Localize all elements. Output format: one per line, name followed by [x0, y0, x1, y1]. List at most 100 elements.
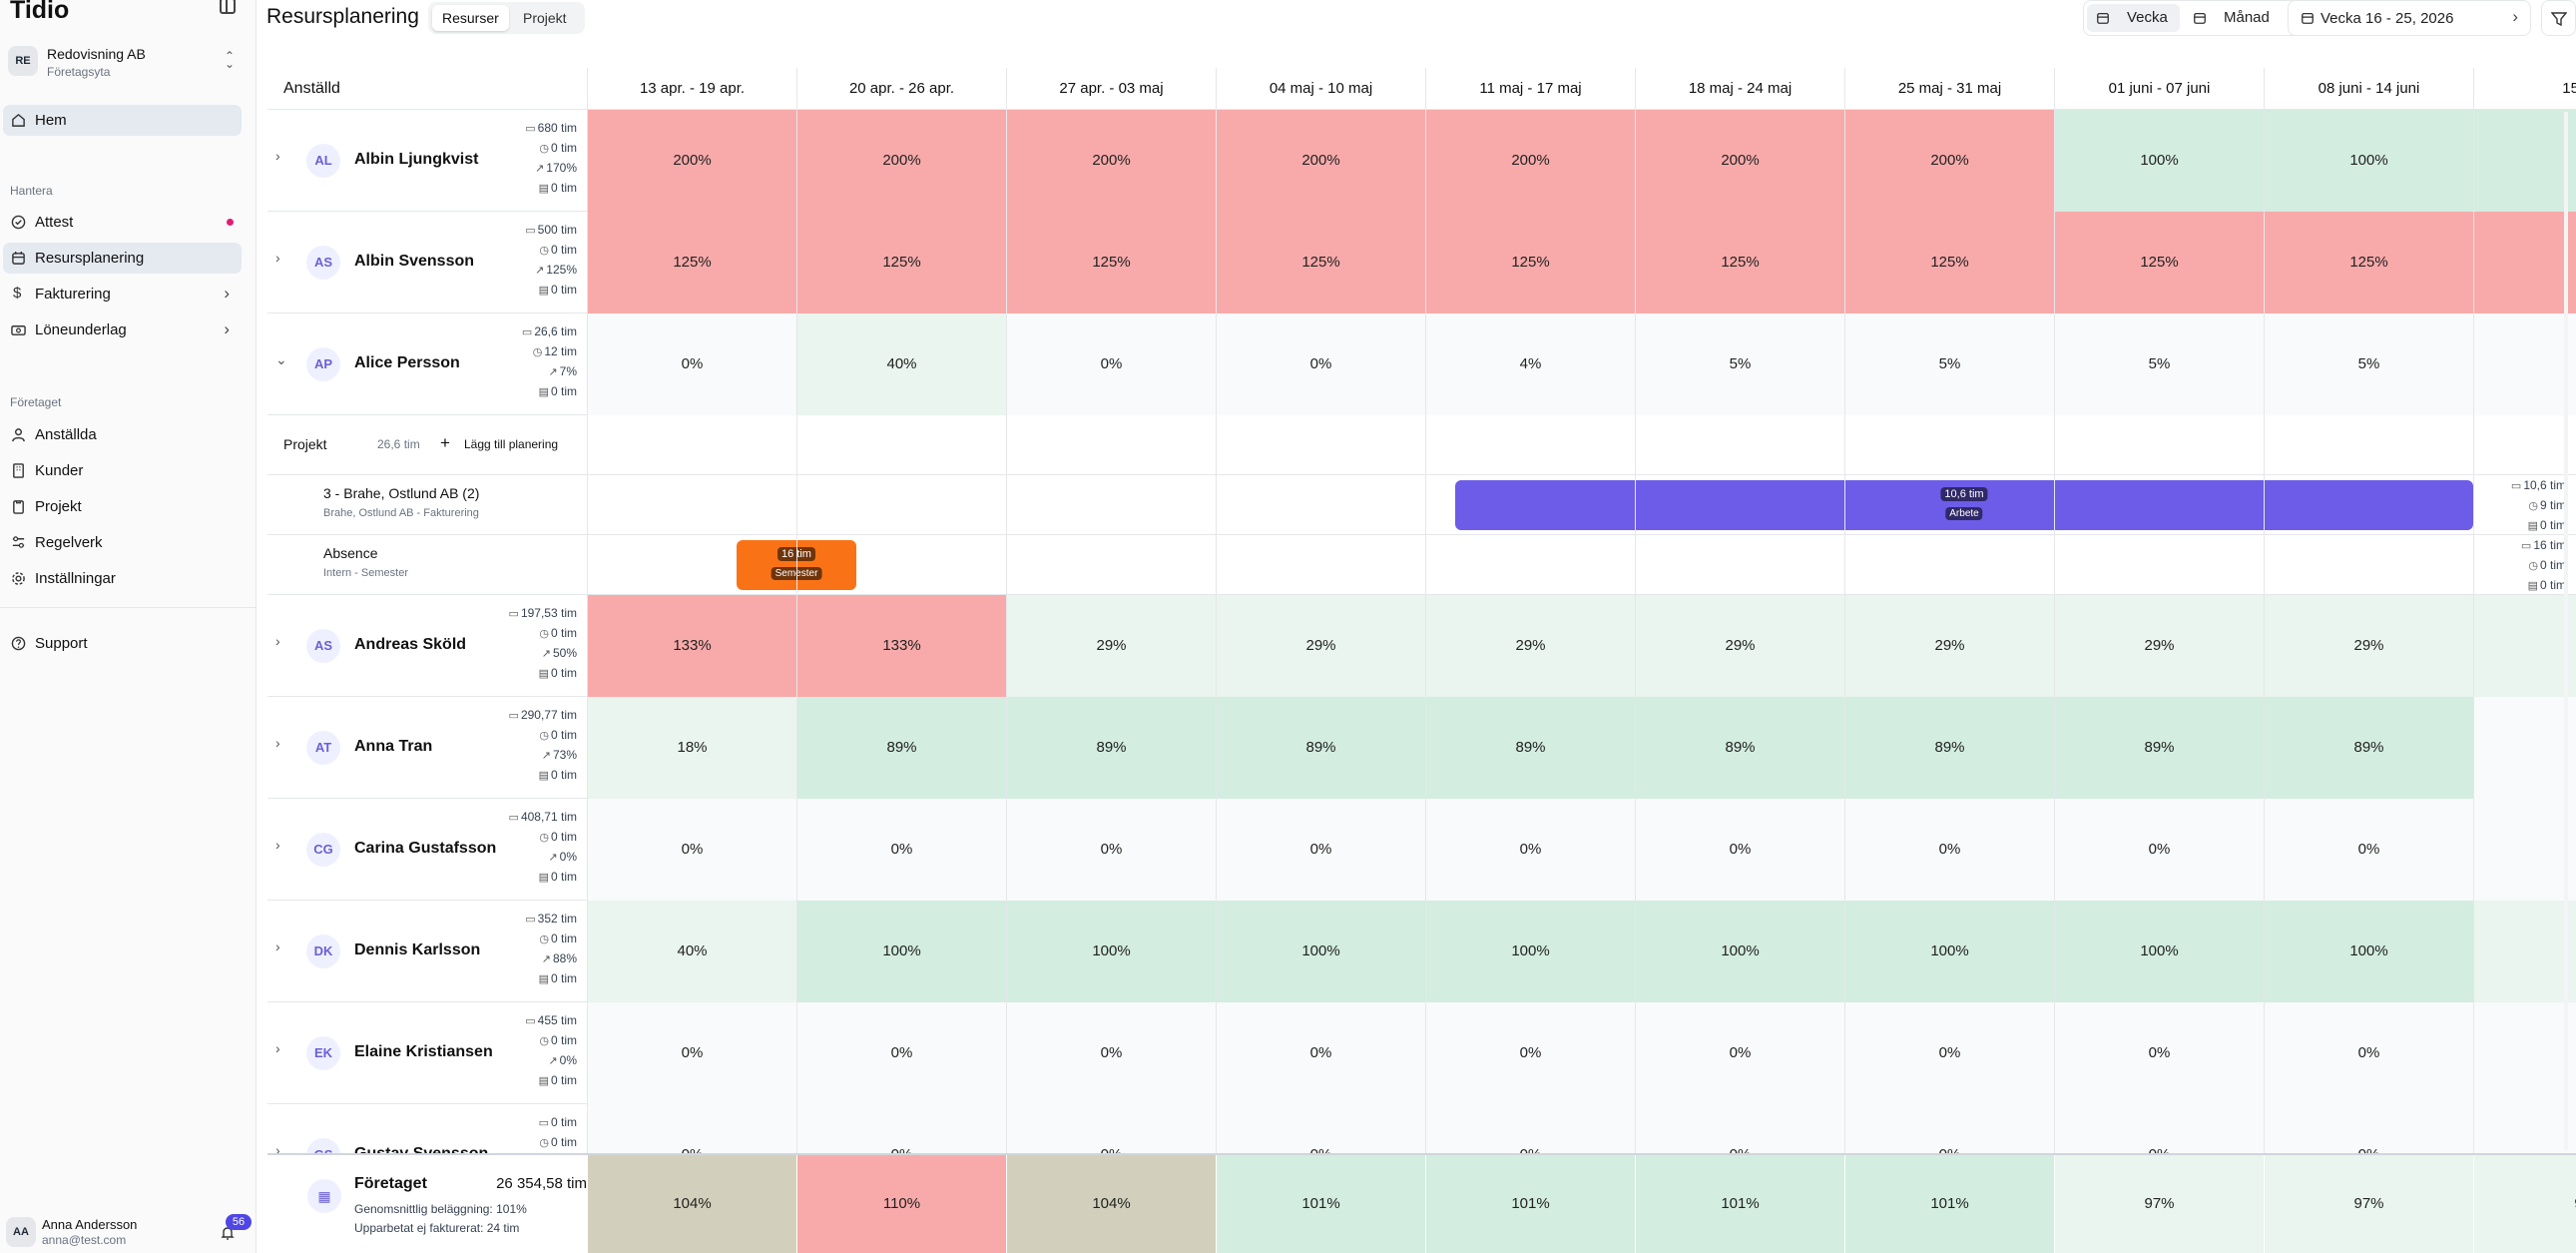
- nav-support[interactable]: Support: [3, 628, 242, 659]
- utilization-cell[interactable]: 200%: [587, 110, 796, 212]
- chevron-right-icon[interactable]: ›: [275, 250, 280, 266]
- nav-employees[interactable]: Anställda: [3, 419, 242, 450]
- chevron-right-icon[interactable]: ›: [275, 1040, 280, 1056]
- utilization-cell[interactable]: 200%: [796, 110, 1006, 212]
- utilization-cell[interactable]: 29%: [1844, 595, 2054, 697]
- week-range-picker[interactable]: Vecka 16 - 25, 2026 ›: [2288, 0, 2531, 36]
- utilization-cell[interactable]: 89%: [1425, 697, 1635, 799]
- chevron-right-icon[interactable]: ›: [275, 148, 280, 164]
- chevron-down-icon[interactable]: ⌄: [275, 351, 287, 368]
- utilization-cell[interactable]: 29%: [1635, 595, 1844, 697]
- week-column-header[interactable]: 04 maj - 10 maj: [1216, 68, 1425, 110]
- filter-button[interactable]: [2541, 0, 2576, 36]
- utilization-cell[interactable]: 5%: [1635, 313, 1844, 415]
- nav-attest[interactable]: Attest: [3, 207, 242, 238]
- nav-home[interactable]: Hem: [3, 105, 242, 136]
- utilization-cell[interactable]: 0%: [796, 799, 1006, 901]
- utilization-cell[interactable]: 125%: [587, 212, 796, 313]
- utilization-cell[interactable]: 0%: [796, 1002, 1006, 1104]
- employee-cell[interactable]: › AS Andreas Sköld ▭ 197,53 tim ◷ 0 tim ↗ 50% ▤ 0 …: [267, 595, 587, 697]
- utilization-cell[interactable]: 200%: [1844, 110, 2054, 212]
- nav-resource-planning[interactable]: Resursplanering: [3, 243, 242, 274]
- utilization-cell[interactable]: 29%: [1006, 595, 1216, 697]
- utilization-cell[interactable]: 200%: [1425, 110, 1635, 212]
- utilization-cell[interactable]: 125%: [1006, 212, 1216, 313]
- utilization-cell[interactable]: 100%: [1006, 901, 1216, 1002]
- utilization-cell[interactable]: 0%: [1844, 1002, 2054, 1104]
- utilization-cell[interactable]: 100%: [2264, 110, 2473, 212]
- utilization-cell[interactable]: 29%: [1216, 595, 1425, 697]
- chevron-right-icon[interactable]: ›: [275, 837, 280, 853]
- employee-cell[interactable]: › CG Carina Gustafsson ▭ 408,71 tim ◷ 0 tim ↗ 0%…: [267, 799, 587, 901]
- utilization-cell[interactable]: 100%: [1844, 901, 2054, 1002]
- utilization-cell[interactable]: [2473, 313, 2576, 415]
- utilization-cell[interactable]: 125%: [2264, 212, 2473, 313]
- utilization-cell[interactable]: 89%: [796, 697, 1006, 799]
- utilization-cell[interactable]: 0%: [1425, 799, 1635, 901]
- vertical-scrollbar[interactable]: [2564, 112, 2568, 1150]
- utilization-cell[interactable]: 0%: [2054, 1002, 2264, 1104]
- week-column-header[interactable]: 15 ju: [2473, 68, 2576, 110]
- utilization-cell[interactable]: 40%: [587, 901, 796, 1002]
- utilization-cell[interactable]: 100%: [2054, 110, 2264, 212]
- utilization-cell[interactable]: 0%: [1635, 799, 1844, 901]
- chevron-right-icon[interactable]: ›: [275, 735, 280, 751]
- week-column-header[interactable]: 27 apr. - 03 maj: [1006, 68, 1216, 110]
- utilization-cell[interactable]: 40%: [796, 313, 1006, 415]
- employee-cell[interactable]: › EK Elaine Kristiansen ▭ 455 tim ◷ 0 tim ↗ 0% ▤ 0…: [267, 1002, 587, 1104]
- sidebar-toggle-icon[interactable]: [220, 0, 236, 14]
- nav-settings[interactable]: Inställningar: [3, 563, 242, 594]
- tab-projects[interactable]: Projekt: [513, 5, 577, 31]
- utilization-cell[interactable]: 0%: [2264, 799, 2473, 901]
- utilization-cell[interactable]: 125%: [2054, 212, 2264, 313]
- utilization-cell[interactable]: [2473, 697, 2576, 799]
- utilization-cell[interactable]: 100%: [1425, 901, 1635, 1002]
- add-planning-button[interactable]: Lägg till planering: [464, 437, 558, 451]
- user-menu[interactable]: AA Anna Andersson anna@test.com 56: [6, 1213, 252, 1249]
- utilization-cell[interactable]: 0%: [1216, 313, 1425, 415]
- utilization-cell[interactable]: 0%: [1635, 1002, 1844, 1104]
- utilization-cell[interactable]: [2473, 799, 2576, 901]
- view-week-button[interactable]: Vecka: [2087, 4, 2180, 32]
- utilization-cell[interactable]: 125%: [1844, 212, 2054, 313]
- utilization-cell[interactable]: 29%: [2264, 595, 2473, 697]
- utilization-cell[interactable]: 89%: [1216, 697, 1425, 799]
- chevron-right-icon[interactable]: ›: [275, 633, 280, 649]
- utilization-cell[interactable]: 89%: [2264, 697, 2473, 799]
- utilization-cell[interactable]: 0%: [1844, 799, 2054, 901]
- week-column-header[interactable]: 25 maj - 31 maj: [1844, 68, 2054, 110]
- utilization-cell[interactable]: 5%: [1844, 313, 2054, 415]
- utilization-cell[interactable]: 89%: [1006, 697, 1216, 799]
- utilization-cell[interactable]: [2473, 1002, 2576, 1104]
- org-switcher[interactable]: RE Redovisning AB Företagsyta ⌃ ⌄: [8, 44, 244, 84]
- utilization-cell[interactable]: 18%: [587, 697, 796, 799]
- utilization-cell[interactable]: 0%: [587, 313, 796, 415]
- week-column-header[interactable]: 20 apr. - 26 apr.: [796, 68, 1006, 110]
- employee-cell[interactable]: › AT Anna Tran ▭ 290,77 tim ◷ 0 tim ↗ 73% ▤ 0 tim: [267, 697, 587, 799]
- utilization-cell[interactable]: 0%: [1006, 1002, 1216, 1104]
- utilization-cell[interactable]: 125%: [1216, 212, 1425, 313]
- utilization-cell[interactable]: 100%: [2264, 901, 2473, 1002]
- utilization-cell[interactable]: 89%: [1844, 697, 2054, 799]
- utilization-cell[interactable]: 125%: [796, 212, 1006, 313]
- utilization-cell[interactable]: [2473, 595, 2576, 697]
- utilization-cell[interactable]: 100%: [1216, 901, 1425, 1002]
- utilization-cell[interactable]: 125%: [1425, 212, 1635, 313]
- week-column-header[interactable]: 11 maj - 17 maj: [1425, 68, 1635, 110]
- chevron-right-icon[interactable]: ›: [275, 939, 280, 954]
- nav-rules[interactable]: Regelverk: [3, 527, 242, 558]
- utilization-cell[interactable]: 200%: [1635, 110, 1844, 212]
- utilization-cell[interactable]: [2473, 901, 2576, 1002]
- utilization-cell[interactable]: 0%: [1006, 799, 1216, 901]
- utilization-cell[interactable]: 0%: [587, 799, 796, 901]
- utilization-cell[interactable]: 125%: [1635, 212, 1844, 313]
- utilization-cell[interactable]: 89%: [2054, 697, 2264, 799]
- nav-projects[interactable]: Projekt: [3, 491, 242, 522]
- utilization-cell[interactable]: 100%: [2054, 901, 2264, 1002]
- utilization-cell[interactable]: 0%: [2054, 799, 2264, 901]
- tab-resources[interactable]: Resurser: [432, 5, 509, 31]
- utilization-cell[interactable]: 133%: [587, 595, 796, 697]
- utilization-cell[interactable]: [2473, 212, 2576, 313]
- week-column-header[interactable]: 08 juni - 14 juni: [2264, 68, 2473, 110]
- utilization-cell[interactable]: 29%: [2054, 595, 2264, 697]
